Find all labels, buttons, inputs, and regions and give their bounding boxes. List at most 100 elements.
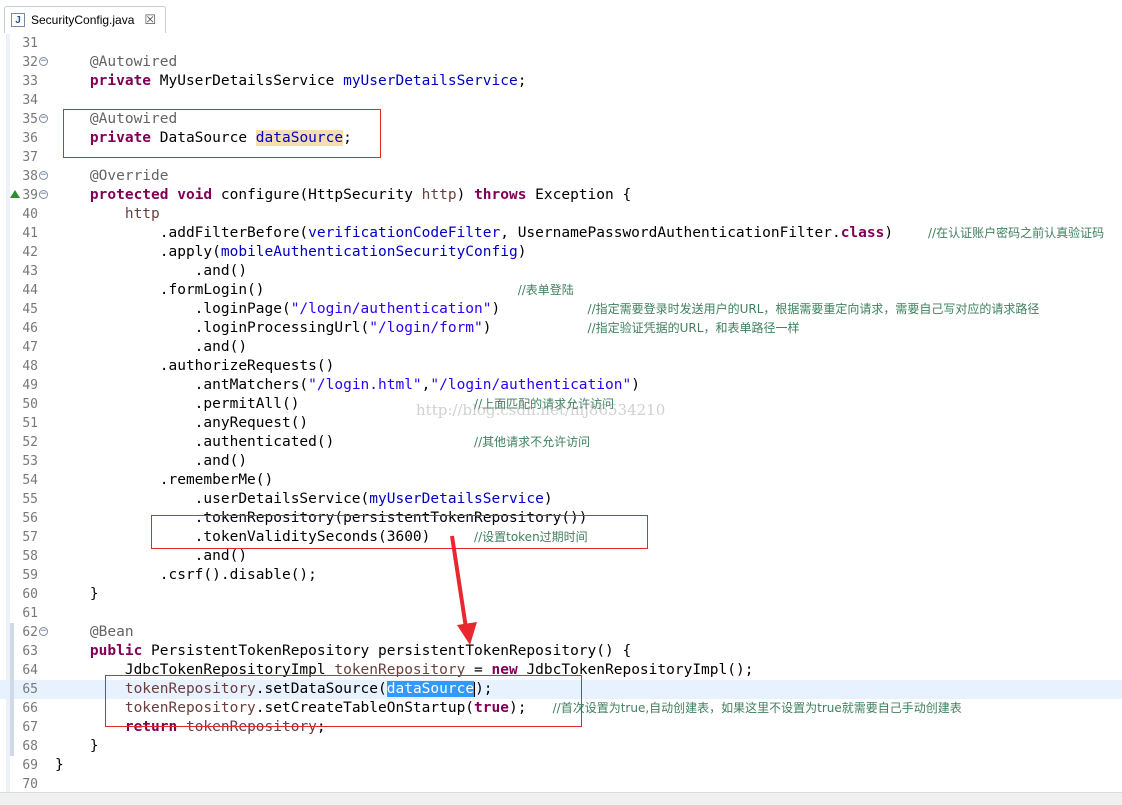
code-line-55[interactable]: 55 .userDetailsService(myUserDetailsServ… — [0, 490, 1122, 509]
code-line-44[interactable]: 44 .formLogin() //表单登陆 — [0, 281, 1122, 300]
line-number: 63 — [22, 644, 38, 659]
code-line-54[interactable]: 54 .rememberMe() — [0, 471, 1122, 490]
code-text[interactable]: } — [55, 737, 99, 756]
code-line-58[interactable]: 58 .and() — [0, 547, 1122, 566]
code-token: //首次设置为true,自动创建表，如果这里不设置为true就需要自己手动创建表 — [552, 701, 962, 715]
tab-filename: SecurityConfig.java — [31, 13, 135, 27]
line-number: 55 — [22, 492, 38, 507]
code-text[interactable]: .addFilterBefore(verificationCodeFilter,… — [55, 224, 1104, 243]
code-line-63[interactable]: 63 public PersistentTokenRepository pers… — [0, 642, 1122, 661]
code-line-32[interactable]: 32− @Autowired — [0, 53, 1122, 72]
code-token: void — [177, 187, 213, 203]
code-text[interactable]: } — [55, 756, 64, 775]
code-text[interactable]: .formLogin() //表单登陆 — [55, 281, 574, 300]
code-text[interactable]: .antMatchers("/login.html","/login/authe… — [55, 376, 640, 395]
code-token: .permitAll() — [55, 396, 475, 412]
code-line-39[interactable]: 39− protected void configure(HttpSecurit… — [0, 186, 1122, 205]
code-text[interactable]: http — [55, 205, 160, 224]
code-text[interactable]: .and() — [55, 262, 247, 281]
code-token: .apply( — [55, 244, 221, 260]
code-token: .and() — [55, 548, 248, 564]
code-line-49[interactable]: 49 .antMatchers("/login.html","/login/au… — [0, 376, 1122, 395]
line-number: 57 — [22, 530, 38, 545]
fold-toggle-icon[interactable]: − — [39, 190, 48, 199]
code-token: http — [124, 206, 160, 222]
code-token: .userDetailsService( — [55, 491, 370, 507]
close-tab-icon[interactable]: ☒ — [144, 12, 156, 28]
code-token: ) — [517, 244, 527, 260]
highlight-box-datasource-field — [63, 109, 381, 158]
code-text[interactable]: } — [55, 585, 99, 604]
code-line-68[interactable]: 68 } — [0, 737, 1122, 756]
code-text[interactable]: protected void configure(HttpSecurity ht… — [55, 186, 631, 205]
code-line-46[interactable]: 46 .loginProcessingUrl("/login/form") //… — [0, 319, 1122, 338]
code-line-62[interactable]: 62− @Bean — [0, 623, 1122, 642]
code-text[interactable]: .rememberMe() — [55, 471, 274, 490]
line-number: 51 — [22, 416, 38, 431]
code-line-59[interactable]: 59 .csrf().disable(); — [0, 566, 1122, 585]
code-text[interactable]: .userDetailsService(myUserDetailsService… — [55, 490, 553, 509]
fold-toggle-icon[interactable]: − — [39, 57, 48, 66]
code-line-47[interactable]: 47 .and() — [0, 338, 1122, 357]
code-line-41[interactable]: 41 .addFilterBefore(verificationCodeFilt… — [0, 224, 1122, 243]
code-text[interactable]: .authenticated() //其他请求不允许访问 — [55, 433, 590, 452]
code-text[interactable]: @Override — [55, 167, 169, 186]
horizontal-scrollbar[interactable] — [0, 792, 1122, 805]
code-text[interactable]: public PersistentTokenRepository persist… — [55, 642, 631, 661]
code-token: @Bean — [89, 624, 134, 640]
line-number: 60 — [22, 587, 38, 602]
code-line-61[interactable]: 61 — [0, 604, 1122, 623]
code-text[interactable]: .apply(mobileAuthenticationSecurityConfi… — [55, 243, 527, 262]
code-token: http — [421, 187, 457, 203]
line-number: 64 — [22, 663, 38, 678]
code-line-45[interactable]: 45 .loginPage("/login/authentication") /… — [0, 300, 1122, 319]
line-number: 34 — [22, 93, 38, 108]
code-token: myUserDetailsService — [343, 73, 518, 89]
code-line-31[interactable]: 31 — [0, 34, 1122, 53]
code-line-38[interactable]: 38− @Override — [0, 167, 1122, 186]
code-token: "/login/authentication" — [290, 301, 492, 317]
code-text[interactable]: .csrf().disable(); — [55, 566, 317, 585]
code-line-43[interactable]: 43 .and() — [0, 262, 1122, 281]
line-number: 68 — [22, 739, 38, 754]
code-text[interactable]: @Bean — [55, 623, 134, 642]
code-text[interactable]: .loginProcessingUrl("/login/form") //指定验… — [55, 319, 800, 338]
code-token: } — [55, 586, 99, 602]
code-text[interactable]: @Autowired — [55, 53, 177, 72]
line-number: 56 — [22, 511, 38, 526]
line-number: 46 — [22, 321, 38, 336]
code-line-52[interactable]: 52 .authenticated() //其他请求不允许访问 — [0, 433, 1122, 452]
code-text[interactable]: .anyRequest() — [55, 414, 309, 433]
fold-toggle-icon[interactable]: − — [39, 627, 48, 636]
code-text[interactable]: .and() — [55, 547, 247, 566]
line-number: 35 — [22, 112, 38, 127]
tab-securityconfig-java[interactable]: J SecurityConfig.java ☒ — [4, 6, 166, 33]
code-line-53[interactable]: 53 .and() — [0, 452, 1122, 471]
code-text[interactable]: private MyUserDetailsService myUserDetai… — [55, 72, 527, 91]
code-text[interactable]: .loginPage("/login/authentication") //指定… — [55, 300, 1040, 319]
code-line-33[interactable]: 33 private MyUserDetailsService myUserDe… — [0, 72, 1122, 91]
code-token: .anyRequest() — [55, 415, 309, 431]
code-text[interactable]: .authorizeRequests() — [55, 357, 335, 376]
code-line-42[interactable]: 42 .apply(mobileAuthenticationSecurityCo… — [0, 243, 1122, 262]
code-line-34[interactable]: 34 — [0, 91, 1122, 110]
code-line-48[interactable]: 48 .authorizeRequests() — [0, 357, 1122, 376]
code-text[interactable]: .and() — [55, 338, 247, 357]
fold-toggle-icon[interactable]: − — [39, 114, 48, 123]
code-token: ) — [456, 187, 475, 203]
code-token: ) — [884, 225, 929, 241]
code-text[interactable]: .and() — [55, 452, 247, 471]
highlight-box-set-datasource — [105, 675, 582, 727]
code-token: ) — [491, 301, 588, 317]
code-token: MyUserDetailsService — [151, 73, 344, 89]
code-line-40[interactable]: 40 http — [0, 205, 1122, 224]
code-line-69[interactable]: 69} — [0, 756, 1122, 775]
fold-toggle-icon[interactable]: − — [39, 171, 48, 180]
line-number: 38 — [22, 169, 38, 184]
code-line-60[interactable]: 60 } — [0, 585, 1122, 604]
code-token: .addFilterBefore( — [55, 225, 309, 241]
